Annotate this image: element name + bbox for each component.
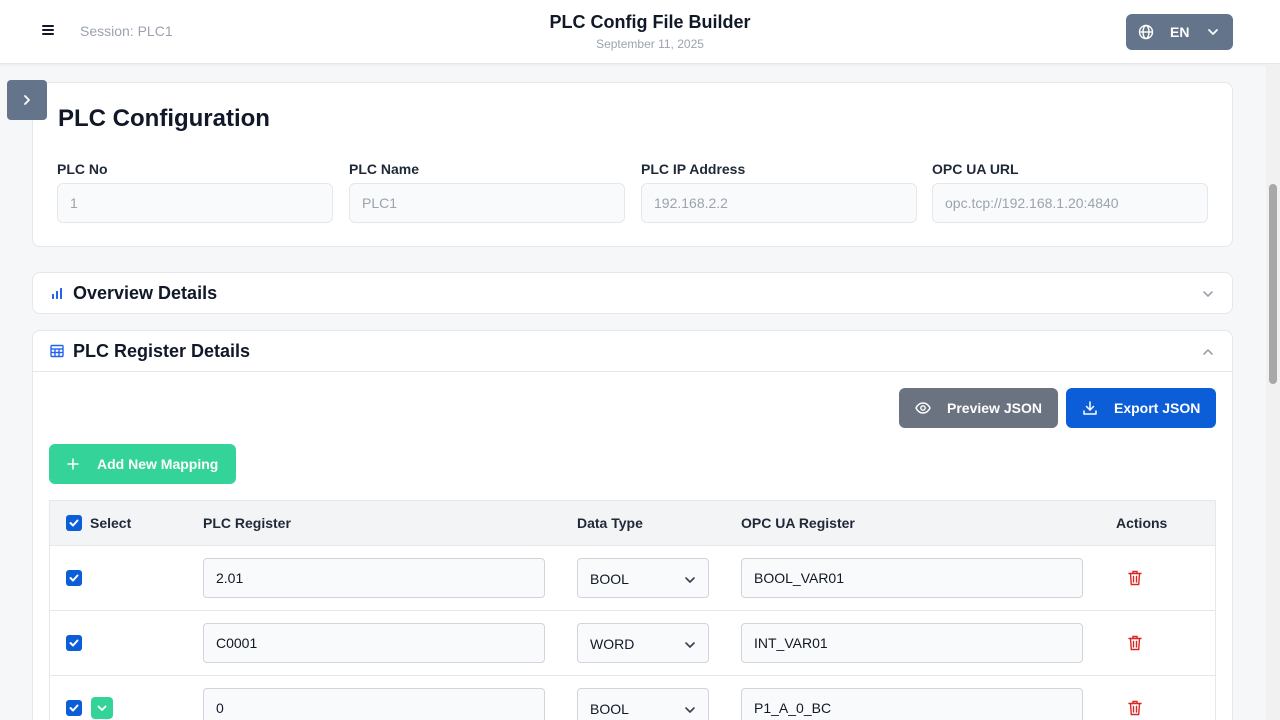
opc-url-input[interactable] xyxy=(932,183,1208,223)
opc-register-input[interactable] xyxy=(741,688,1083,720)
check-icon xyxy=(69,519,79,527)
trash-icon[interactable] xyxy=(1128,635,1142,651)
check-icon xyxy=(69,574,79,582)
plc-configuration-card: PLC Configuration PLC No PLC Name PLC IP… xyxy=(32,82,1233,247)
data-type-value: BOOL xyxy=(590,701,629,717)
plc-no-label: PLC No xyxy=(57,161,108,177)
chevron-down-icon xyxy=(1208,29,1218,35)
chevron-down-icon xyxy=(685,642,695,648)
plc-ip-label: PLC IP Address xyxy=(641,161,746,177)
table-row: BOOL xyxy=(50,546,1215,611)
table-row: WORD xyxy=(50,611,1215,676)
table-row: BOOL xyxy=(50,676,1215,720)
plc-name-field: PLC Name xyxy=(349,161,625,223)
data-type-select[interactable]: BOOL xyxy=(577,558,709,598)
export-json-button[interactable]: Export JSON xyxy=(1066,388,1216,428)
plc-register-input[interactable] xyxy=(203,623,545,663)
plc-name-input[interactable] xyxy=(349,183,625,223)
opc-register-input[interactable] xyxy=(741,558,1083,598)
overview-details-header[interactable]: Overview Details xyxy=(33,273,1232,313)
plc-register-input[interactable] xyxy=(203,558,545,598)
menu-icon[interactable] xyxy=(38,23,58,41)
register-details-title: PLC Register Details xyxy=(73,341,251,361)
plc-name-label: PLC Name xyxy=(349,161,420,177)
trash-icon[interactable] xyxy=(1128,570,1142,586)
config-title: PLC Configuration xyxy=(58,105,270,132)
col-opc-register: OPC UA Register xyxy=(741,515,855,531)
data-type-select[interactable]: WORD xyxy=(577,623,709,663)
opc-url-label: OPC UA URL xyxy=(932,161,1019,177)
plc-register-input[interactable] xyxy=(203,688,545,720)
add-new-mapping-label: Add New Mapping xyxy=(97,456,219,472)
chevron-right-icon xyxy=(24,95,30,105)
eye-icon xyxy=(915,402,931,414)
col-plc-register: PLC Register xyxy=(203,515,291,531)
download-icon xyxy=(1083,401,1097,415)
row-checkbox[interactable] xyxy=(66,570,82,586)
table-icon xyxy=(50,344,64,358)
add-new-mapping-button[interactable]: Add New Mapping xyxy=(49,444,236,484)
preview-json-button[interactable]: Preview JSON xyxy=(899,388,1058,428)
sidebar-toggle-button[interactable] xyxy=(7,80,47,120)
plc-no-input[interactable] xyxy=(57,183,333,223)
app-title: PLC Config File Builder xyxy=(549,12,751,32)
register-details-header[interactable]: PLC Register Details xyxy=(33,331,1232,371)
chevron-down-icon xyxy=(685,577,695,583)
plc-ip-field: PLC IP Address xyxy=(641,161,917,223)
plc-ip-input[interactable] xyxy=(641,183,917,223)
language-selector[interactable]: EN xyxy=(1126,14,1233,50)
col-select: Select xyxy=(90,515,132,531)
select-all-checkbox[interactable] xyxy=(66,515,82,531)
col-data-type: Data Type xyxy=(577,515,643,531)
row-checkbox[interactable] xyxy=(66,700,82,716)
top-bar: Session: PLC1 PLC Config File Builder Se… xyxy=(0,0,1280,64)
globe-icon xyxy=(1138,24,1154,40)
chevron-up-icon xyxy=(1203,349,1213,355)
table-header: Select PLC Register Data Type OPC UA Reg… xyxy=(50,501,1215,546)
scrollbar-thumb[interactable] xyxy=(1269,184,1277,384)
row-checkbox[interactable] xyxy=(66,635,82,651)
data-type-value: BOOL xyxy=(590,571,629,587)
bar-chart-icon xyxy=(52,288,62,299)
section-divider xyxy=(33,371,1232,372)
col-actions: Actions xyxy=(1116,515,1168,531)
trash-icon[interactable] xyxy=(1128,700,1142,716)
preview-json-label: Preview JSON xyxy=(947,400,1042,416)
session-label: Session: PLC1 xyxy=(80,23,173,39)
chevron-down-icon xyxy=(1203,291,1213,297)
title-block: PLC Config File Builder September 11, 20… xyxy=(450,12,850,51)
plus-icon xyxy=(67,458,79,470)
page-scrollbar[interactable] xyxy=(1266,64,1280,720)
check-icon xyxy=(69,639,79,647)
check-icon xyxy=(69,704,79,712)
data-type-select[interactable]: BOOL xyxy=(577,688,709,720)
chevron-down-icon xyxy=(97,705,107,711)
overview-details-title: Overview Details xyxy=(73,283,218,303)
export-json-label: Export JSON xyxy=(1114,400,1201,416)
opc-register-input[interactable] xyxy=(741,623,1083,663)
app-date: September 11, 2025 xyxy=(596,37,704,51)
register-table: Select PLC Register Data Type OPC UA Reg… xyxy=(49,500,1216,720)
data-type-value: WORD xyxy=(590,636,635,652)
language-label: EN xyxy=(1170,24,1190,40)
overview-details-section: Overview Details xyxy=(32,272,1233,314)
plc-no-field: PLC No xyxy=(57,161,333,223)
expand-row-button[interactable] xyxy=(91,697,113,719)
plc-register-details-section: PLC Register Details Preview JSON Export… xyxy=(32,330,1233,720)
opc-url-field: OPC UA URL xyxy=(932,161,1208,223)
chevron-down-icon xyxy=(685,707,695,713)
